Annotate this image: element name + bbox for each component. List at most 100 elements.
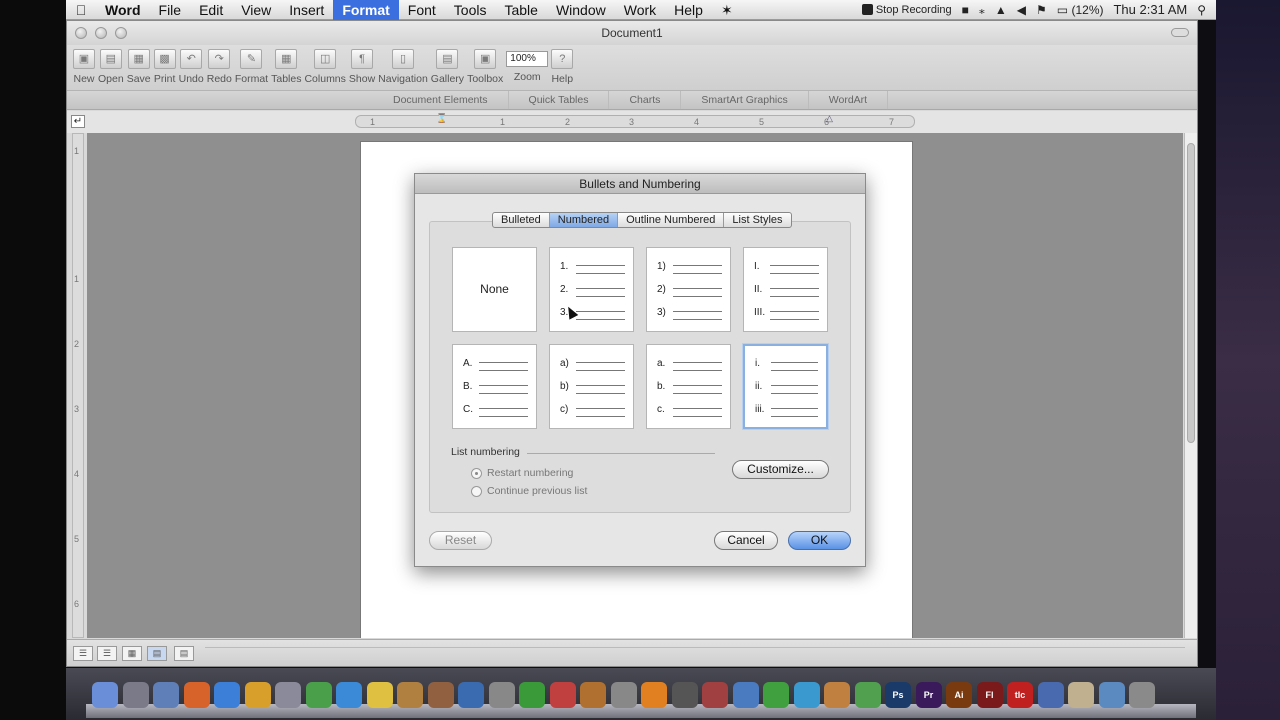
menu-format[interactable]: Format: [333, 0, 399, 20]
ribbon-tab-quick-tables[interactable]: Quick Tables: [509, 91, 610, 109]
premiere-icon[interactable]: Pr: [915, 682, 942, 708]
indent-marker-icon[interactable]: ⌛: [436, 113, 447, 124]
ribbon-tab-wordart[interactable]: WordArt: [809, 91, 889, 109]
reset-button[interactable]: Reset: [429, 531, 492, 550]
spotlight-icon[interactable]: ⚲: [1197, 3, 1206, 17]
numbering-style-lower-roman[interactable]: i. ii. iii.: [743, 344, 828, 429]
continue-list-radio[interactable]: Continue previous list: [471, 485, 587, 497]
toolbar-redo-button[interactable]: ↷ Redo: [207, 45, 232, 85]
vertical-scroll-thumb[interactable]: [1187, 143, 1195, 443]
customize-button[interactable]: Customize...: [732, 460, 829, 479]
script-icon[interactable]: ✶: [712, 0, 742, 20]
toolbar-columns-button[interactable]: ◫ Columns: [304, 45, 346, 85]
preview-icon[interactable]: [153, 682, 179, 708]
toolbar-undo-button[interactable]: ↶ Undo: [179, 45, 204, 85]
menu-tools[interactable]: Tools: [445, 0, 496, 20]
browser-icon[interactable]: [732, 682, 759, 708]
toolbar-navigation-button[interactable]: ▯ Navigation: [378, 45, 428, 85]
evernote-icon[interactable]: [305, 682, 332, 708]
ok-button[interactable]: OK: [788, 531, 851, 550]
tab-list-styles[interactable]: List Styles: [724, 213, 790, 227]
menu-word[interactable]: Word: [96, 0, 150, 20]
cancel-button[interactable]: Cancel: [714, 531, 778, 550]
toolbar-help-button[interactable]: ? Help: [551, 45, 574, 85]
itunes-icon[interactable]: [214, 682, 240, 708]
spider-icon[interactable]: [488, 682, 515, 708]
toolbar-toolbox-button[interactable]: ▣ Toolbox: [467, 45, 503, 85]
menu-font[interactable]: Font: [399, 0, 445, 20]
vertical-scrollbar[interactable]: [1184, 133, 1197, 638]
ribbon-tab-smartart[interactable]: SmartArt Graphics: [681, 91, 809, 109]
numbering-style-none[interactable]: None: [452, 247, 537, 332]
menu-edit[interactable]: Edit: [190, 0, 232, 20]
scroll-icon[interactable]: [1068, 682, 1094, 708]
wifi-icon[interactable]: ▲: [995, 3, 1007, 17]
photoshop-icon[interactable]: Ps: [885, 682, 911, 708]
frog-icon[interactable]: [854, 682, 881, 708]
volume-icon[interactable]: ◀: [1017, 3, 1026, 17]
tab-bulleted[interactable]: Bulleted: [493, 213, 550, 227]
tab-numbered[interactable]: Numbered: [549, 213, 619, 227]
numbering-style-arabic-paren[interactable]: 1) 2) 3): [646, 247, 731, 332]
brush-icon[interactable]: [397, 682, 423, 708]
horizontal-scrollbar[interactable]: [205, 647, 1185, 657]
outline-view-button[interactable]: ☰: [97, 646, 117, 661]
toolbar-zoom-control[interactable]: 100% Zoom: [506, 45, 549, 83]
stickies-icon[interactable]: [366, 682, 393, 708]
photo-icon[interactable]: [427, 682, 454, 708]
chrome-icon[interactable]: [244, 682, 271, 708]
toolbar-toggle-button[interactable]: [1171, 28, 1189, 37]
usb-icon[interactable]: [610, 682, 637, 708]
status-icon[interactable]: ■: [962, 3, 969, 17]
notebook-view-button[interactable]: ▤: [174, 646, 194, 661]
menu-work[interactable]: Work: [615, 0, 665, 20]
finder-folder-icon[interactable]: [1098, 682, 1125, 708]
toolbar-save-button[interactable]: ▦ Save: [127, 45, 151, 85]
menu-window[interactable]: Window: [547, 0, 615, 20]
flag-icon[interactable]: ⚑: [1036, 3, 1047, 17]
folder-icon[interactable]: [580, 682, 606, 708]
ribbon-tab-document-elements[interactable]: Document Elements: [373, 91, 509, 109]
zoom-select[interactable]: 100%: [506, 51, 549, 67]
quicktime-icon[interactable]: [458, 682, 484, 708]
horizontal-ruler[interactable]: 1 1 2 3 4 5 6 7 ⌛ △: [355, 113, 915, 128]
hammer-icon[interactable]: [824, 682, 850, 708]
stop-recording-item[interactable]: Stop Recording: [861, 4, 952, 16]
numbering-style-upper-roman[interactable]: I. II. III.: [743, 247, 828, 332]
draft-view-button[interactable]: ☰: [73, 646, 93, 661]
toolbar-new-button[interactable]: ▣ New: [73, 45, 95, 85]
battery-status[interactable]: ▭ (12%): [1057, 3, 1104, 17]
menu-view[interactable]: View: [232, 0, 280, 20]
right-indent-marker-icon[interactable]: △: [826, 113, 833, 124]
toolbar-open-button[interactable]: ▤ Open: [98, 45, 124, 85]
toolbar-print-button[interactable]: ▩ Print: [153, 45, 176, 85]
flash-icon[interactable]: Fl: [976, 682, 1003, 708]
calendar-icon[interactable]: [549, 682, 576, 708]
menu-table[interactable]: Table: [495, 0, 546, 20]
numbering-style-upper-alpha[interactable]: A. B. C.: [452, 344, 537, 429]
vlc-icon[interactable]: [641, 682, 667, 708]
chart-icon[interactable]: [519, 682, 545, 708]
video-icon[interactable]: [671, 682, 698, 708]
menu-help[interactable]: Help: [665, 0, 712, 20]
restart-numbering-radio[interactable]: Restart numbering: [471, 467, 573, 479]
tlc-icon[interactable]: tlc: [1007, 682, 1033, 708]
numbering-style-lower-alpha-paren[interactable]: a) b) c): [549, 344, 634, 429]
publishing-view-button[interactable]: ▦: [122, 646, 142, 661]
toolbar-gallery-button[interactable]: ▤ Gallery: [431, 45, 464, 85]
bluetooth-icon[interactable]: ⁎: [979, 3, 985, 17]
trash-icon[interactable]: [1129, 682, 1155, 708]
numbering-style-arabic-period[interactable]: 1. 2. 3.: [549, 247, 634, 332]
minimize-window-button[interactable]: [95, 27, 107, 39]
menubar-clock[interactable]: Thu 2:31 AM: [1113, 2, 1187, 17]
menu-insert[interactable]: Insert: [280, 0, 333, 20]
toolbar-format-button[interactable]: ✎ Format: [235, 45, 268, 85]
utility-icon[interactable]: [275, 682, 301, 708]
illustrator-icon[interactable]: Ai: [946, 682, 972, 708]
finder-icon[interactable]: [92, 682, 118, 708]
feather-icon[interactable]: [763, 682, 789, 708]
system-preferences-icon[interactable]: [122, 682, 149, 708]
pen-icon[interactable]: [702, 682, 728, 708]
ribbon-tab-charts[interactable]: Charts: [609, 91, 682, 109]
toolbar-show-button[interactable]: ¶ Show: [349, 45, 375, 85]
